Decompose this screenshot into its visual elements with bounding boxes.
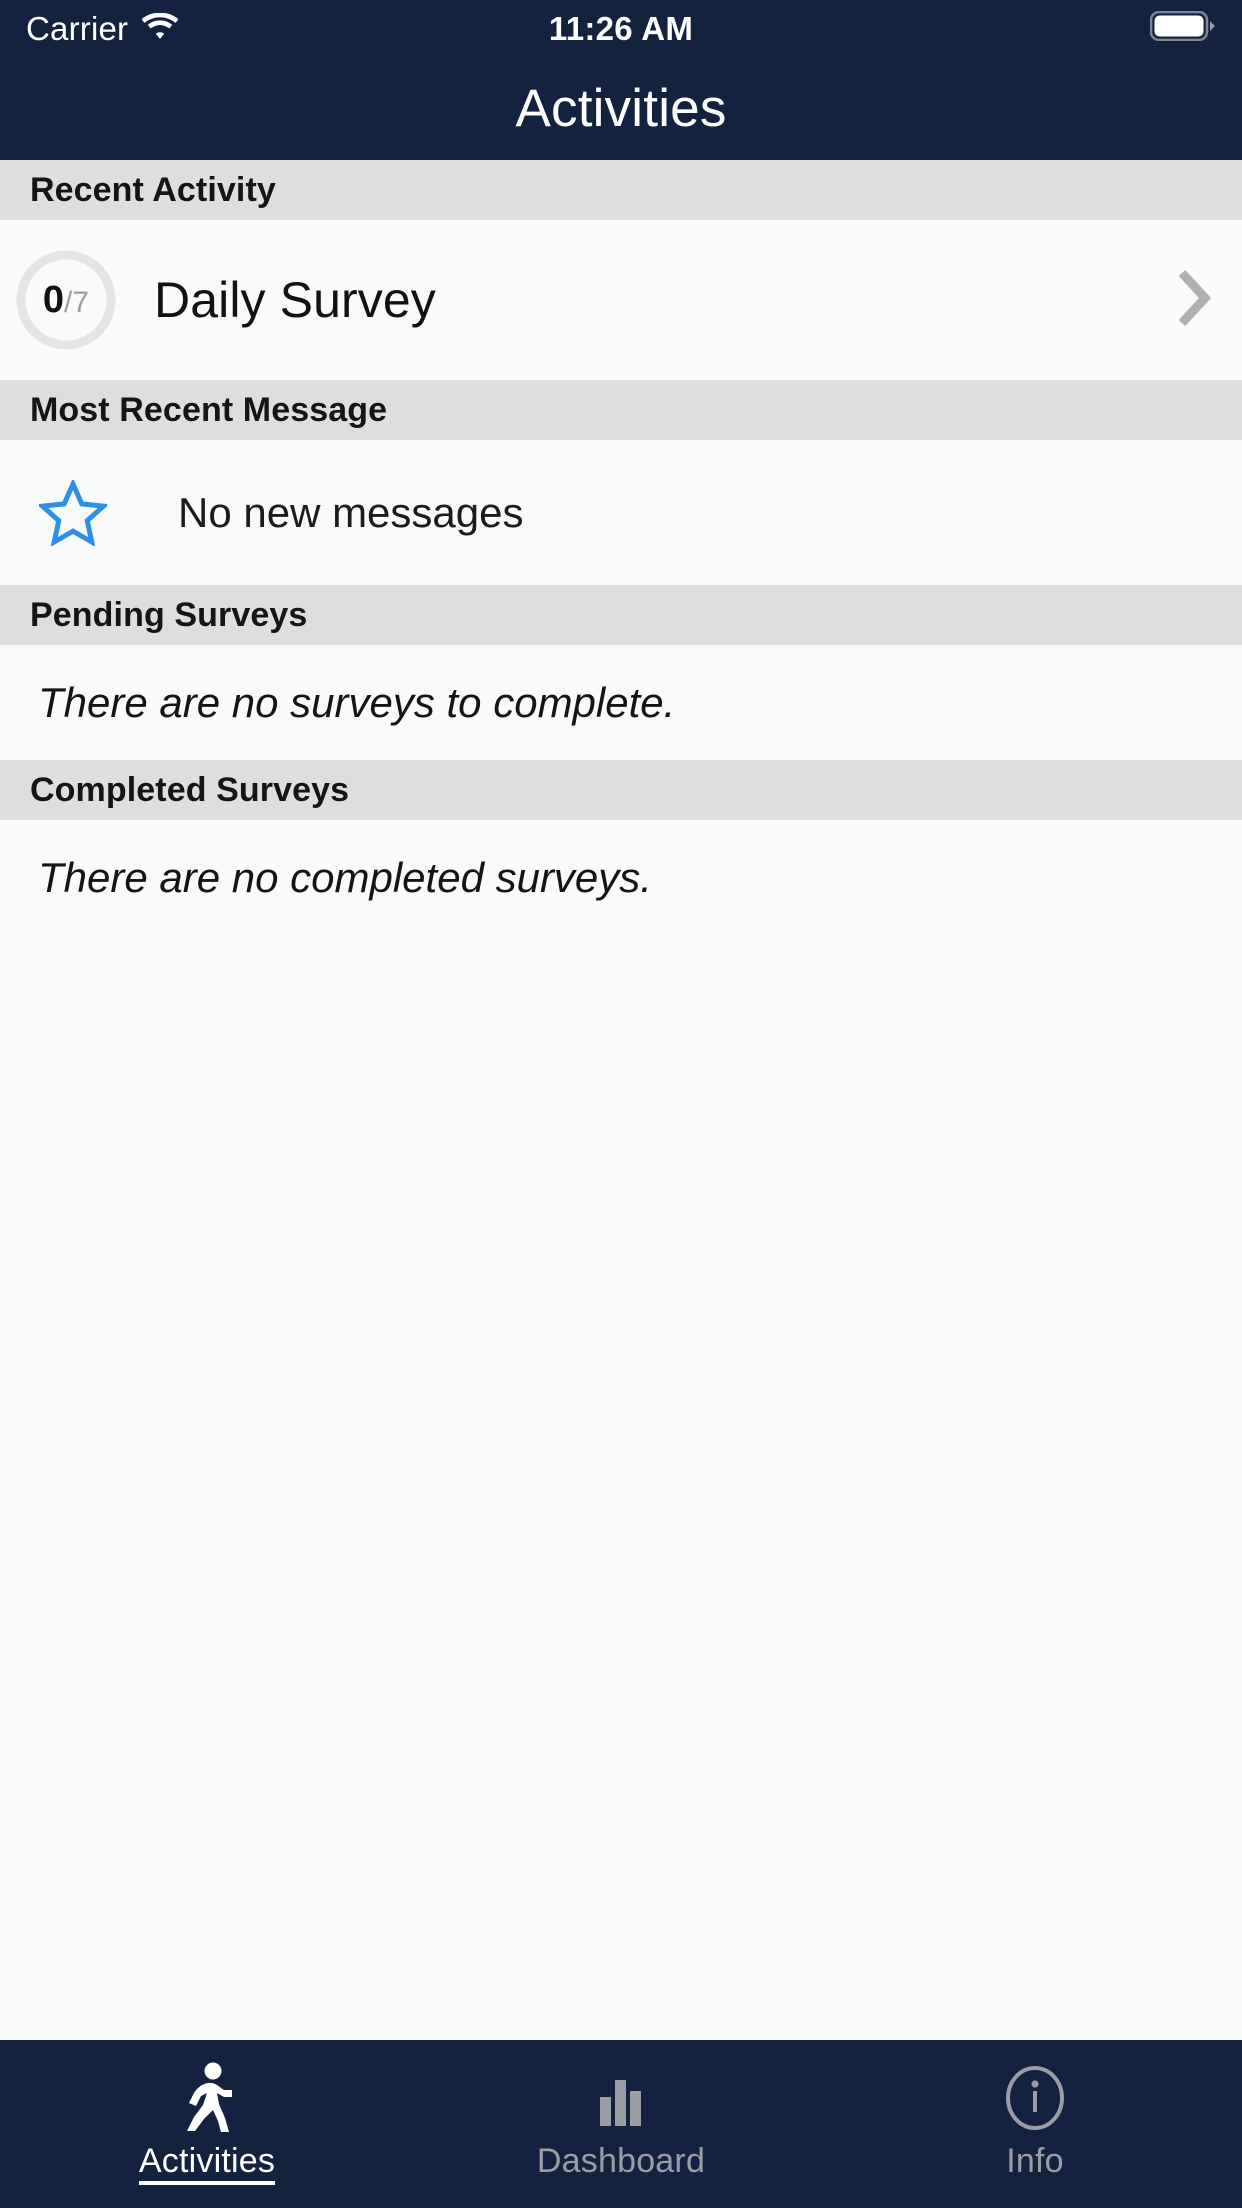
status-bar: Carrier 11:26 AM [0,0,1242,57]
tab-label-info: Info [1006,2142,1064,2180]
activity-row-daily-survey[interactable]: 0/7 Daily Survey [0,220,1242,380]
tab-bar: Activities Dashboard Info [0,2040,1242,2208]
completed-surveys-empty: There are no completed surveys. [0,820,1242,935]
wifi-icon [141,12,179,45]
bar-chart-icon [592,2062,650,2134]
status-bar-left: Carrier [26,10,179,47]
app-screen: Carrier 11:26 AM Activities Recent Activ… [0,0,1242,2208]
message-row[interactable]: No new messages [0,440,1242,585]
battery-full-icon [1149,10,1216,46]
progress-total: /7 [64,286,90,319]
status-bar-time: 11:26 AM [548,9,694,47]
tab-label-dashboard: Dashboard [536,2142,706,2180]
navigation-bar: Activities [0,57,1242,160]
section-header-label: Most Recent Message [30,390,388,429]
empty-state-text: There are no surveys to complete. [38,678,676,726]
section-header-recent-activity: Recent Activity [0,160,1242,220]
section-header-label: Pending Surveys [30,595,308,634]
main-content: Recent Activity 0/7 Daily Survey Most Re… [0,160,1242,2040]
pending-surveys-empty: There are no surveys to complete. [0,645,1242,760]
chevron-right-icon[interactable] [1176,269,1212,332]
carrier-label: Carrier [26,10,129,47]
page-title: Activities [515,79,727,138]
section-header-label: Completed Surveys [30,770,350,809]
message-text: No new messages [178,488,524,536]
progress-ring: 0/7 [14,248,118,352]
tab-dashboard[interactable]: Dashboard [414,2062,828,2181]
activity-title: Daily Survey [154,272,436,328]
progress-count: 0 [42,279,65,321]
content-filler [0,935,1242,2040]
section-header-label: Recent Activity [30,170,276,209]
tab-activities[interactable]: Activities [0,2062,414,2181]
section-header-most-recent-message: Most Recent Message [0,380,1242,440]
star-outline-icon [30,479,116,546]
section-header-completed-surveys: Completed Surveys [0,760,1242,820]
running-person-icon [177,2062,237,2134]
empty-state-text: There are no completed surveys. [38,853,652,901]
section-header-pending-surveys: Pending Surveys [0,585,1242,645]
status-bar-right [1149,10,1216,46]
progress-ring-text: 0/7 [43,281,89,319]
tab-info[interactable]: Info [828,2062,1242,2181]
tab-label-activities: Activities [138,2142,276,2180]
info-circle-icon [1003,2062,1067,2134]
